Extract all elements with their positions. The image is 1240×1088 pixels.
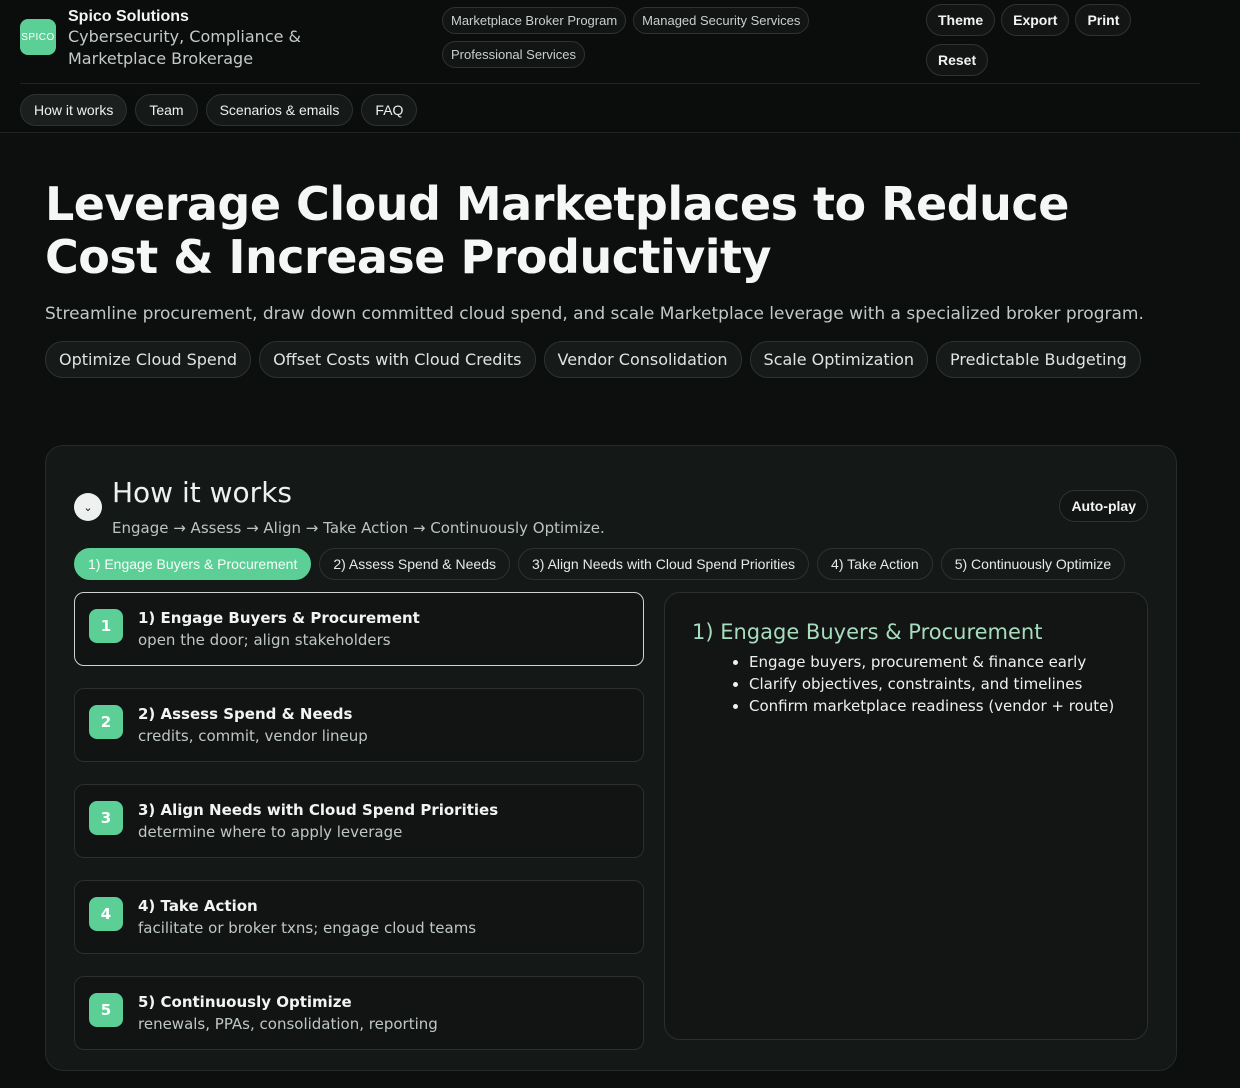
step-description: renewals, PPAs, consolidation, reporting	[138, 1015, 438, 1033]
detail-bullet: Engage buyers, procurement & finance ear…	[749, 651, 1114, 673]
step-description: open the door; align stakeholders	[138, 631, 391, 649]
hero-section: Leverage Cloud Marketplaces to Reduce Co…	[45, 178, 1195, 378]
detail-bullet: Clarify objectives, constraints, and tim…	[749, 673, 1114, 695]
pill-predictable-budgeting[interactable]: Predictable Budgeting	[936, 341, 1141, 378]
reset-button[interactable]: Reset	[926, 44, 989, 76]
step-number-badge: 2	[89, 705, 123, 739]
service-links: Marketplace Broker Program Managed Secur…	[442, 7, 822, 68]
nav-scenarios-emails[interactable]: Scenarios & emails	[205, 94, 354, 126]
step-number-badge: 3	[89, 801, 123, 835]
tab-step-4[interactable]: 4) Take Action	[817, 548, 933, 580]
step-title: 2) Assess Spend & Needs	[138, 705, 353, 723]
step-description: credits, commit, vendor lineup	[138, 727, 368, 745]
step-card-5[interactable]: 5 5) Continuously Optimize renewals, PPA…	[74, 976, 644, 1050]
panel-title: How it works	[112, 476, 292, 509]
benefit-pills: Optimize Cloud Spend Offset Costs with C…	[45, 341, 1195, 378]
pill-offset-costs[interactable]: Offset Costs with Cloud Credits	[259, 341, 536, 378]
header-actions: Theme Export Print Reset	[926, 4, 1166, 76]
panel-subtitle: Engage → Assess → Align → Take Action → …	[112, 519, 605, 537]
step-title: 4) Take Action	[138, 897, 258, 915]
tab-step-2[interactable]: 2) Assess Spend & Needs	[319, 548, 510, 580]
spico-logo: SPICO	[20, 19, 56, 55]
pill-vendor-consolidation[interactable]: Vendor Consolidation	[543, 341, 742, 378]
nav-team[interactable]: Team	[135, 94, 198, 126]
brand-name: Spico Solutions	[68, 8, 189, 25]
export-button[interactable]: Export	[1001, 4, 1070, 36]
step-card-2[interactable]: 2 2) Assess Spend & Needs credits, commi…	[74, 688, 644, 762]
tab-step-3[interactable]: 3) Align Needs with Cloud Spend Prioriti…	[518, 548, 810, 580]
step-list: 1 1) Engage Buyers & Procurement open th…	[74, 592, 644, 1072]
collapse-chevron-icon[interactable]: ⌄	[74, 493, 102, 521]
service-marketplace-broker[interactable]: Marketplace Broker Program	[442, 7, 627, 34]
step-detail-panel: 1) Engage Buyers & Procurement Engage bu…	[664, 592, 1148, 1040]
header-divider	[20, 83, 1200, 84]
service-professional[interactable]: Professional Services	[442, 41, 585, 68]
step-title: 3) Align Needs with Cloud Spend Prioriti…	[138, 801, 499, 819]
brand[interactable]: SPICO Spico Solutions Cybersecurity, Com…	[20, 6, 388, 70]
nav-how-it-works[interactable]: How it works	[20, 94, 128, 126]
tab-step-1[interactable]: 1) Engage Buyers & Procurement	[74, 548, 312, 580]
how-it-works-panel: ⌄ How it works Engage → Assess → Align →…	[45, 445, 1177, 1071]
step-description: facilitate or broker txns; engage cloud …	[138, 919, 477, 937]
step-card-1[interactable]: 1 1) Engage Buyers & Procurement open th…	[74, 592, 644, 666]
step-card-3[interactable]: 3 3) Align Needs with Cloud Spend Priori…	[74, 784, 644, 858]
pill-scale-optimization[interactable]: Scale Optimization	[749, 341, 929, 378]
step-title: 5) Continuously Optimize	[138, 993, 352, 1011]
step-description: determine where to apply leverage	[138, 823, 403, 841]
step-tabs: 1) Engage Buyers & Procurement 2) Assess…	[74, 548, 1126, 580]
service-managed-security[interactable]: Managed Security Services	[633, 7, 810, 34]
main-nav: How it works Team Scenarios & emails FAQ	[20, 94, 418, 126]
theme-button[interactable]: Theme	[926, 4, 996, 36]
step-title: 1) Engage Buyers & Procurement	[138, 609, 420, 627]
tab-step-5[interactable]: 5) Continuously Optimize	[940, 548, 1126, 580]
step-number-badge: 4	[89, 897, 123, 931]
detail-bullets: Engage buyers, procurement & finance ear…	[711, 651, 1114, 717]
step-number-badge: 5	[89, 993, 123, 1027]
print-button[interactable]: Print	[1075, 4, 1132, 36]
hero-title: Leverage Cloud Marketplaces to Reduce Co…	[45, 177, 1069, 284]
app-header: SPICO Spico Solutions Cybersecurity, Com…	[0, 0, 1240, 133]
detail-title: 1) Engage Buyers & Procurement	[692, 620, 1043, 644]
step-card-4[interactable]: 4 4) Take Action facilitate or broker tx…	[74, 880, 644, 954]
step-number-badge: 1	[89, 609, 123, 643]
nav-faq[interactable]: FAQ	[361, 94, 418, 126]
autoplay-button[interactable]: Auto-play	[1059, 490, 1148, 522]
brand-tagline: Cybersecurity, Compliance & Marketplace …	[68, 27, 302, 68]
detail-bullet: Confirm marketplace readiness (vendor + …	[749, 695, 1114, 717]
pill-optimize-cloud-spend[interactable]: Optimize Cloud Spend	[45, 341, 252, 378]
hero-subtitle: Streamline procurement, draw down commit…	[45, 304, 1144, 324]
